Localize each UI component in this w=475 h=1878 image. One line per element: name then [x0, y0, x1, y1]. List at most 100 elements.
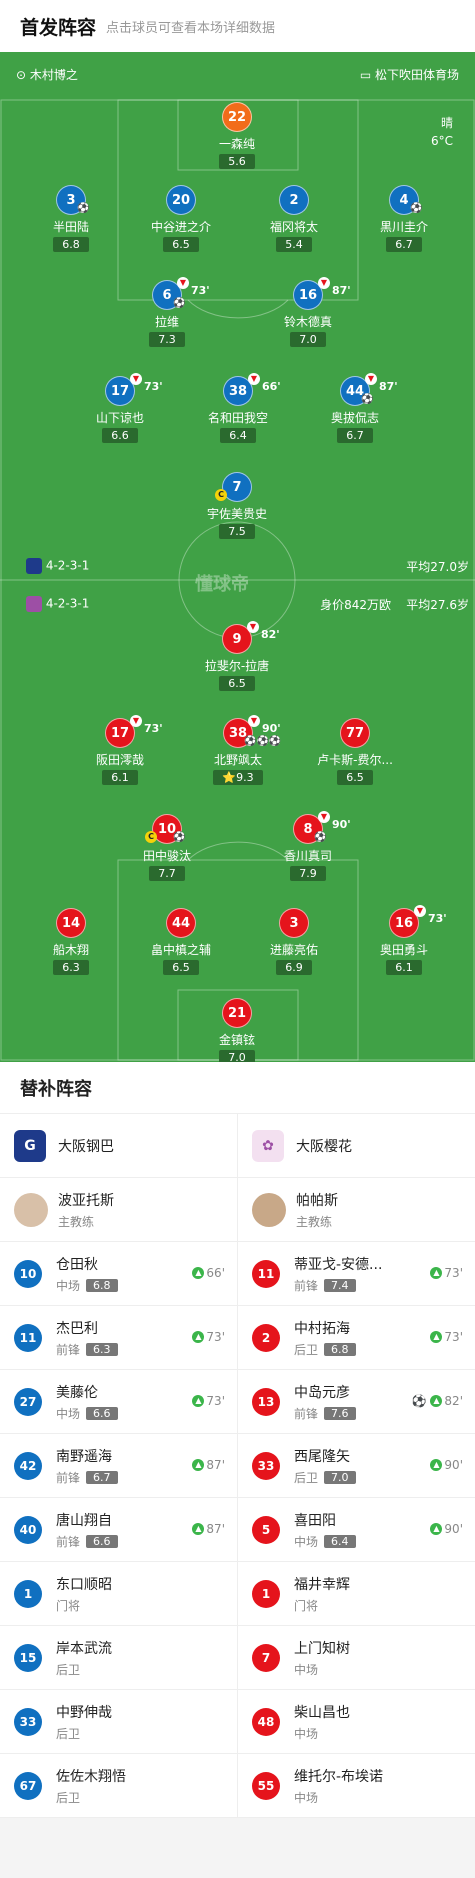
- goal-icon: ⚽: [173, 298, 186, 309]
- home-player[interactable]: 44 ▼ 87' ⚽ 奥拔侃志 6.7: [295, 373, 415, 443]
- home-player[interactable]: 20 中谷进之介 6.5: [121, 185, 241, 252]
- home-player[interactable]: 22 一森纯 5.6: [177, 102, 297, 169]
- player-name: 福冈将太: [269, 220, 318, 234]
- sub-number: 13: [252, 1387, 280, 1416]
- away-player[interactable]: 16 ▼ 73' 奥田勇斗 6.1: [344, 905, 464, 975]
- sub-name: 岸本武流: [56, 1640, 112, 1657]
- home-player[interactable]: 38 ▼ 66' 名和田我空 6.4: [178, 373, 298, 443]
- sub-player-row[interactable]: 55 维托尔-布埃诺 中场: [238, 1754, 475, 1818]
- home-player[interactable]: 17 ▼ 73' 山下谅也 6.6: [60, 373, 180, 443]
- referee-name: 木村博之: [29, 68, 78, 82]
- home-team-logo-icon: [26, 558, 42, 574]
- player-number: 6 ▼ 73' ⚽: [152, 277, 210, 310]
- away-player[interactable]: 21 金镇铉 7.0: [177, 998, 297, 1062]
- sub-player-row[interactable]: 48 柴山昌也 中场: [238, 1690, 475, 1754]
- weather-text: 晴: [440, 116, 453, 130]
- away-player[interactable]: 77 卢卡斯-费尔... 6.5: [295, 718, 415, 785]
- sub-in-icon: ▲: [430, 1523, 443, 1535]
- player-number: 38 ▼ 66': [223, 373, 281, 406]
- home-player[interactable]: 6 ▼ 73' ⚽ 拉维 7.3: [107, 277, 227, 347]
- sub-player-row[interactable]: 1 东口顺昭 门将: [0, 1562, 237, 1626]
- sub-name: 美藤伦: [56, 1384, 98, 1401]
- sub-off-icon: ▼: [177, 277, 189, 289]
- player-name: 黒川圭介: [379, 220, 428, 234]
- player-number: 10 ⚽ C: [145, 814, 185, 844]
- sub-player-row[interactable]: 2 中村拓海 后卫 6.8 ▲ 73': [238, 1306, 475, 1370]
- sub-number: 1: [252, 1579, 280, 1608]
- sub-position: 前锋: [56, 1534, 81, 1549]
- player-rating: 6.1: [102, 770, 138, 785]
- player-name: 北野飒太: [213, 753, 262, 767]
- sub-player-row[interactable]: 67 佐佐木翔悟 后卫: [0, 1754, 237, 1818]
- home-player[interactable]: 16 ▼ 87' 铃木德真 7.0: [248, 277, 368, 347]
- stadium: ▭ 松下吹田体育场: [360, 66, 459, 83]
- home-player[interactable]: 7 C 宇佐美贵史 7.5: [177, 472, 297, 539]
- player-number: 17 ▼ 73': [105, 373, 163, 406]
- player-number: 16 ▼ 87': [293, 277, 351, 310]
- watermark: 懂球帝: [195, 574, 249, 595]
- sub-name: 杰巴利: [56, 1320, 98, 1337]
- away-team-row[interactable]: ✿ 大阪樱花: [238, 1114, 475, 1178]
- goal-icon: ⚽: [314, 832, 327, 843]
- home-player[interactable]: 2 福冈将太 5.4: [234, 185, 354, 252]
- star-icon: ⭐: [222, 771, 237, 784]
- away-player[interactable]: 44 畠中槙之辅 6.5: [121, 908, 241, 975]
- sub-rating: 6.4: [324, 1534, 356, 1548]
- sub-name: 仓田秋: [56, 1256, 98, 1273]
- away-player[interactable]: 3 进藤亮佑 6.9: [234, 908, 354, 975]
- sub-name: 上门知树: [294, 1640, 350, 1657]
- sub-player-row[interactable]: 5 喜田阳 中场 6.4 ▲ 90': [238, 1498, 475, 1562]
- sub-player-row[interactable]: 10 仓田秋 中场 6.8 ▲ 66': [0, 1242, 237, 1306]
- away-formation-text: 4-2-3-1: [45, 596, 90, 611]
- player-rating: 6.5: [219, 676, 255, 691]
- player-rating: 5.4: [276, 237, 312, 252]
- sub-number: 10: [14, 1259, 42, 1288]
- sub-off-icon: ▼: [318, 811, 330, 823]
- sub-player-row[interactable]: 11 蒂亚戈-安德... 前锋 7.4 ▲ 73': [238, 1242, 475, 1306]
- away-player[interactable]: 38 ▼ 90' ⚽⚽⚽ 北野飒太 ⭐9.3: [178, 715, 298, 785]
- sub-player-row[interactable]: 15 岸本武流 后卫: [0, 1626, 237, 1690]
- sub-in-icon: ▲: [430, 1267, 443, 1279]
- player-name: 金镇铉: [218, 1033, 255, 1047]
- sub-player-row[interactable]: 27 美藤伦 中场 6.6 ▲ 73': [0, 1370, 237, 1434]
- player-rating: 6.7: [337, 428, 373, 443]
- sub-number: 7: [252, 1643, 280, 1672]
- sub-player-row[interactable]: 33 西尾隆矢 后卫 7.0 ▲ 90': [238, 1434, 475, 1498]
- sub-player-row[interactable]: 1 福井幸辉 门将: [238, 1562, 475, 1626]
- sub-number: 15: [14, 1643, 42, 1672]
- player-number: 77: [340, 718, 370, 748]
- weather: 晴 6°C: [431, 114, 453, 150]
- sub-player-row[interactable]: 11 杰巴利 前锋 6.3 ▲ 73': [0, 1306, 237, 1370]
- player-rating: 5.6: [219, 154, 255, 169]
- sub-player-row[interactable]: 7 上门知树 中场: [238, 1626, 475, 1690]
- home-player[interactable]: 3 ⚽ 半田陆 6.8: [11, 185, 131, 252]
- home-coach-row[interactable]: 波亚托斯 主教练: [0, 1178, 237, 1242]
- home-player[interactable]: 4 ⚽ 黒川圭介 6.7: [344, 185, 464, 252]
- sub-number: 1: [14, 1579, 42, 1608]
- away-player[interactable]: 17 ▼ 73' 阪田澪哉 6.1: [60, 715, 180, 785]
- sub-name: 维托尔-布埃诺: [294, 1768, 384, 1785]
- player-number: 38 ▼ 90' ⚽⚽⚽: [223, 715, 281, 748]
- away-player[interactable]: 14 船木翔 6.3: [11, 908, 131, 975]
- sub-rating: 7.6: [324, 1406, 356, 1420]
- subs-title: 替补阵容: [0, 1062, 475, 1114]
- sub-rating: 6.6: [86, 1534, 118, 1548]
- sub-position: 前锋: [56, 1342, 81, 1357]
- sub-position: 门将: [294, 1598, 319, 1613]
- away-player[interactable]: 10 ⚽ C 田中骏汰 7.7: [107, 814, 227, 881]
- subs-section: G 大阪钢巴 波亚托斯 主教练 10 仓田秋 中场 6.8 ▲ 66' 11 杰巴利 前锋 6.3 ▲…: [0, 1114, 475, 1818]
- player-name: 中谷进之介: [150, 220, 211, 234]
- sub-player-row[interactable]: 42 南野遥海 前锋 6.7 ▲ 87': [0, 1434, 237, 1498]
- player-rating: 7.7: [149, 866, 185, 881]
- sub-player-row[interactable]: 40 唐山翔自 前锋 6.6 ▲ 87': [0, 1498, 237, 1562]
- sub-in-time: ▲ 90': [430, 1522, 463, 1536]
- sub-player-row[interactable]: 13 中岛元彦 前锋 7.6 ⚽ ▲ 82': [238, 1370, 475, 1434]
- player-number: 22: [222, 102, 252, 132]
- sub-name: 佐佐木翔悟: [56, 1768, 126, 1785]
- away-coach-row[interactable]: 帕帕斯 主教练: [238, 1178, 475, 1242]
- away-player[interactable]: 8 ▼ 90' ⚽ 香川真司 7.9: [248, 811, 368, 881]
- sub-player-row[interactable]: 33 中野伸哉 后卫: [0, 1690, 237, 1754]
- sub-name: 蒂亚戈-安德...: [294, 1256, 383, 1273]
- away-player[interactable]: 9 ▼ 82' 拉斐尔-拉唐 6.5: [177, 621, 297, 691]
- home-team-row[interactable]: G 大阪钢巴: [0, 1114, 237, 1178]
